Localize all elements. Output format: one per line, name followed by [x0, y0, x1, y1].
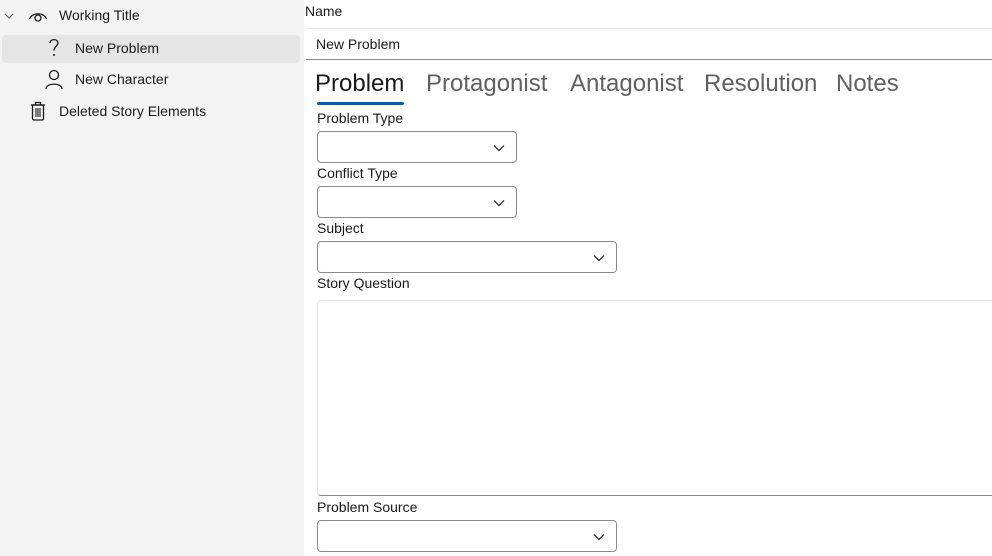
tree-item-working-title[interactable]: Working Title: [0, 2, 300, 30]
app-window: Working Title New Problem New Character …: [0, 0, 992, 556]
active-tab-indicator: [317, 102, 404, 105]
editor-pane: Name Problem Protagonist Antagonist Reso…: [305, 0, 992, 556]
tree-item-label: New Character: [75, 71, 169, 87]
name-label: Name: [305, 3, 343, 19]
tree-item-label: Working Title: [59, 7, 140, 23]
problem-type-combobox[interactable]: [317, 131, 517, 163]
problem-source-combobox[interactable]: [317, 520, 617, 552]
trash-icon: [28, 101, 48, 121]
subject-label: Subject: [317, 220, 364, 236]
problem-source-label: Problem Source: [317, 499, 418, 515]
chevron-down-icon[interactable]: [2, 9, 16, 23]
conflict-type-label: Conflict Type: [317, 165, 398, 181]
tree-item-new-problem[interactable]: New Problem: [2, 35, 300, 63]
chevron-down-icon: [492, 141, 506, 155]
sidebar-tree: Working Title New Problem New Character …: [0, 0, 304, 556]
tree-item-label: Deleted Story Elements: [59, 103, 207, 119]
tab-antagonist[interactable]: Antagonist: [570, 70, 683, 98]
chevron-down-icon: [492, 196, 506, 210]
story-question-label: Story Question: [317, 275, 410, 291]
chevron-down-icon: [592, 251, 606, 265]
conflict-type-combobox[interactable]: [317, 186, 517, 218]
name-input[interactable]: [306, 28, 992, 60]
story-question-textarea[interactable]: [317, 300, 992, 496]
tab-resolution[interactable]: Resolution: [704, 70, 817, 98]
question-icon: [44, 38, 64, 58]
person-icon: [44, 69, 64, 90]
tree-item-new-character[interactable]: New Character: [0, 66, 300, 94]
tab-problem[interactable]: Problem: [315, 70, 404, 98]
eye-icon: [28, 6, 48, 26]
problem-type-label: Problem Type: [317, 110, 404, 126]
chevron-down-icon: [592, 530, 606, 544]
tree-item-label: New Problem: [75, 40, 160, 56]
tab-notes[interactable]: Notes: [836, 70, 899, 98]
tree-item-deleted-story-elements[interactable]: Deleted Story Elements: [0, 98, 300, 126]
subject-combobox[interactable]: [317, 241, 617, 273]
tab-protagonist[interactable]: Protagonist: [426, 70, 547, 98]
